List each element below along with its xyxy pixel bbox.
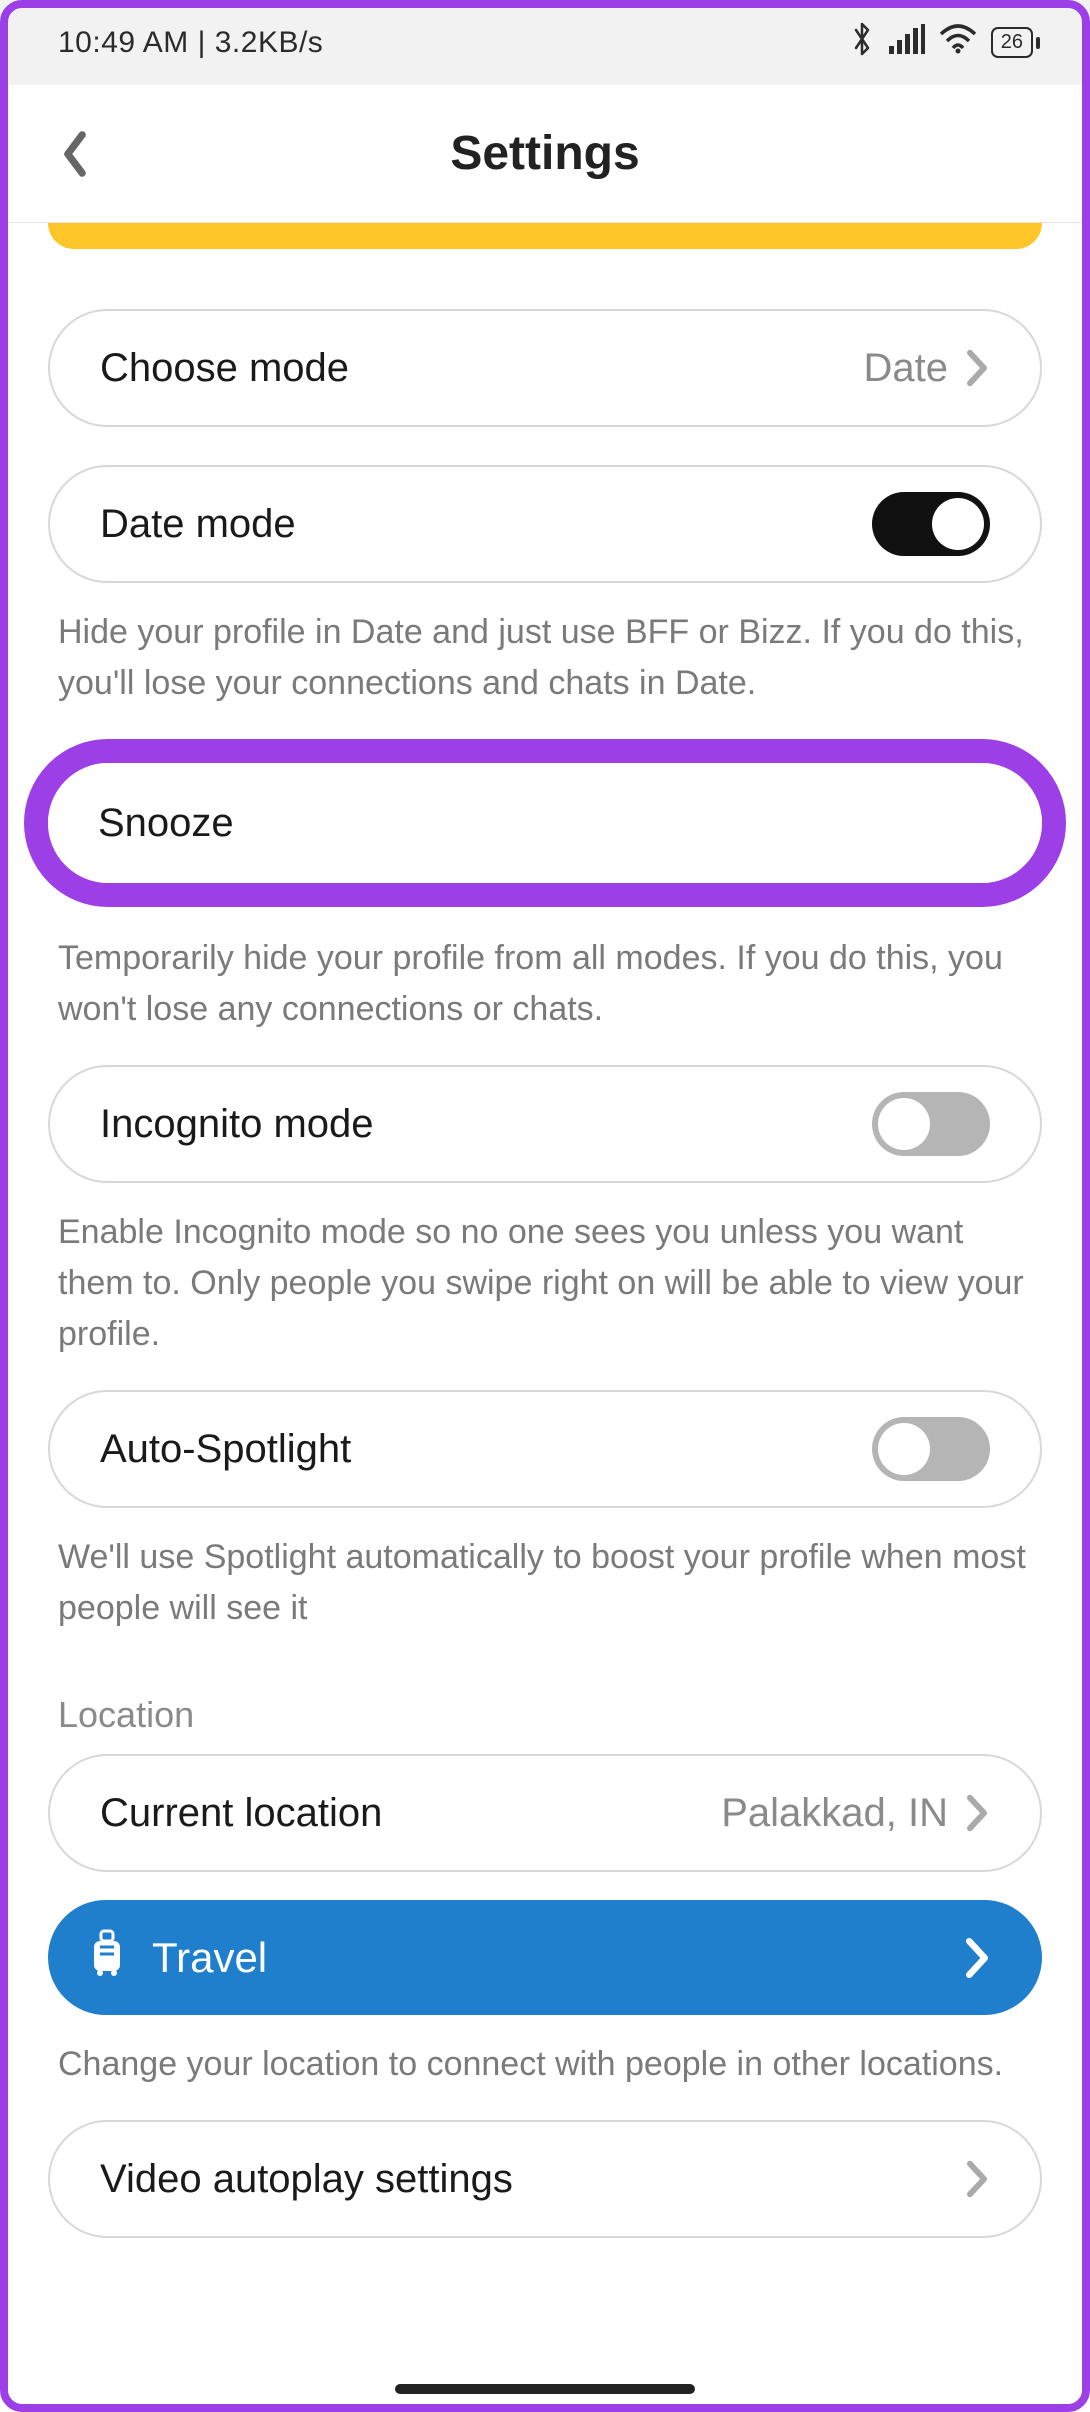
snooze-row[interactable]: Snooze — [48, 763, 1042, 883]
travel-desc: Change your location to connect with peo… — [48, 2025, 1042, 2120]
snooze-highlight: Snooze — [24, 739, 1066, 907]
snooze-desc: Temporarily hide your profile from all m… — [48, 919, 1042, 1065]
incognito-desc: Enable Incognito mode so no one sees you… — [48, 1193, 1042, 1390]
luggage-icon — [88, 1929, 126, 1987]
chevron-right-icon — [964, 348, 990, 388]
date-mode-desc: Hide your profile in Date and just use B… — [48, 593, 1042, 739]
status-time: 10:49 AM | 3.2KB/s — [58, 26, 323, 60]
current-location-row[interactable]: Current location Palakkad, IN — [48, 1754, 1042, 1872]
autospotlight-desc: We'll use Spotlight automatically to boo… — [48, 1518, 1042, 1664]
back-button[interactable] — [50, 129, 100, 179]
chevron-right-icon — [964, 2159, 990, 2199]
choose-mode-label: Choose mode — [100, 346, 349, 391]
chevron-right-icon — [964, 1793, 990, 1833]
travel-row[interactable]: Travel — [48, 1900, 1042, 2015]
current-location-label: Current location — [100, 1791, 382, 1836]
incognito-toggle[interactable] — [872, 1092, 990, 1156]
choose-mode-value: Date — [864, 346, 991, 391]
incognito-label: Incognito mode — [100, 1102, 374, 1147]
page-title: Settings — [450, 126, 639, 181]
video-autoplay-label: Video autoplay settings — [100, 2157, 513, 2202]
autospotlight-row[interactable]: Auto-Spotlight — [48, 1390, 1042, 1508]
date-mode-label: Date mode — [100, 502, 296, 547]
autospotlight-label: Auto-Spotlight — [100, 1427, 351, 1472]
status-bar: 10:49 AM | 3.2KB/s 26 — [0, 0, 1090, 85]
location-section-label: Location — [48, 1664, 1042, 1754]
home-indicator[interactable] — [395, 2384, 695, 2394]
incognito-row[interactable]: Incognito mode — [48, 1065, 1042, 1183]
current-location-value: Palakkad, IN — [721, 1791, 990, 1836]
wifi-icon — [939, 24, 977, 62]
signal-icon — [889, 24, 925, 62]
travel-label: Travel — [152, 1934, 267, 1982]
autospotlight-toggle[interactable] — [872, 1417, 990, 1481]
snooze-label: Snooze — [98, 801, 234, 846]
date-mode-toggle[interactable] — [872, 492, 990, 556]
video-autoplay-row[interactable]: Video autoplay settings — [48, 2120, 1042, 2238]
promo-banner-edge — [48, 223, 1042, 249]
bluetooth-icon — [849, 21, 875, 65]
header: Settings — [0, 85, 1090, 223]
chevron-right-icon — [962, 1936, 992, 1980]
date-mode-row[interactable]: Date mode — [48, 465, 1042, 583]
status-icons: 26 — [849, 21, 1040, 65]
choose-mode-row[interactable]: Choose mode Date — [48, 309, 1042, 427]
battery-icon: 26 — [991, 27, 1040, 58]
